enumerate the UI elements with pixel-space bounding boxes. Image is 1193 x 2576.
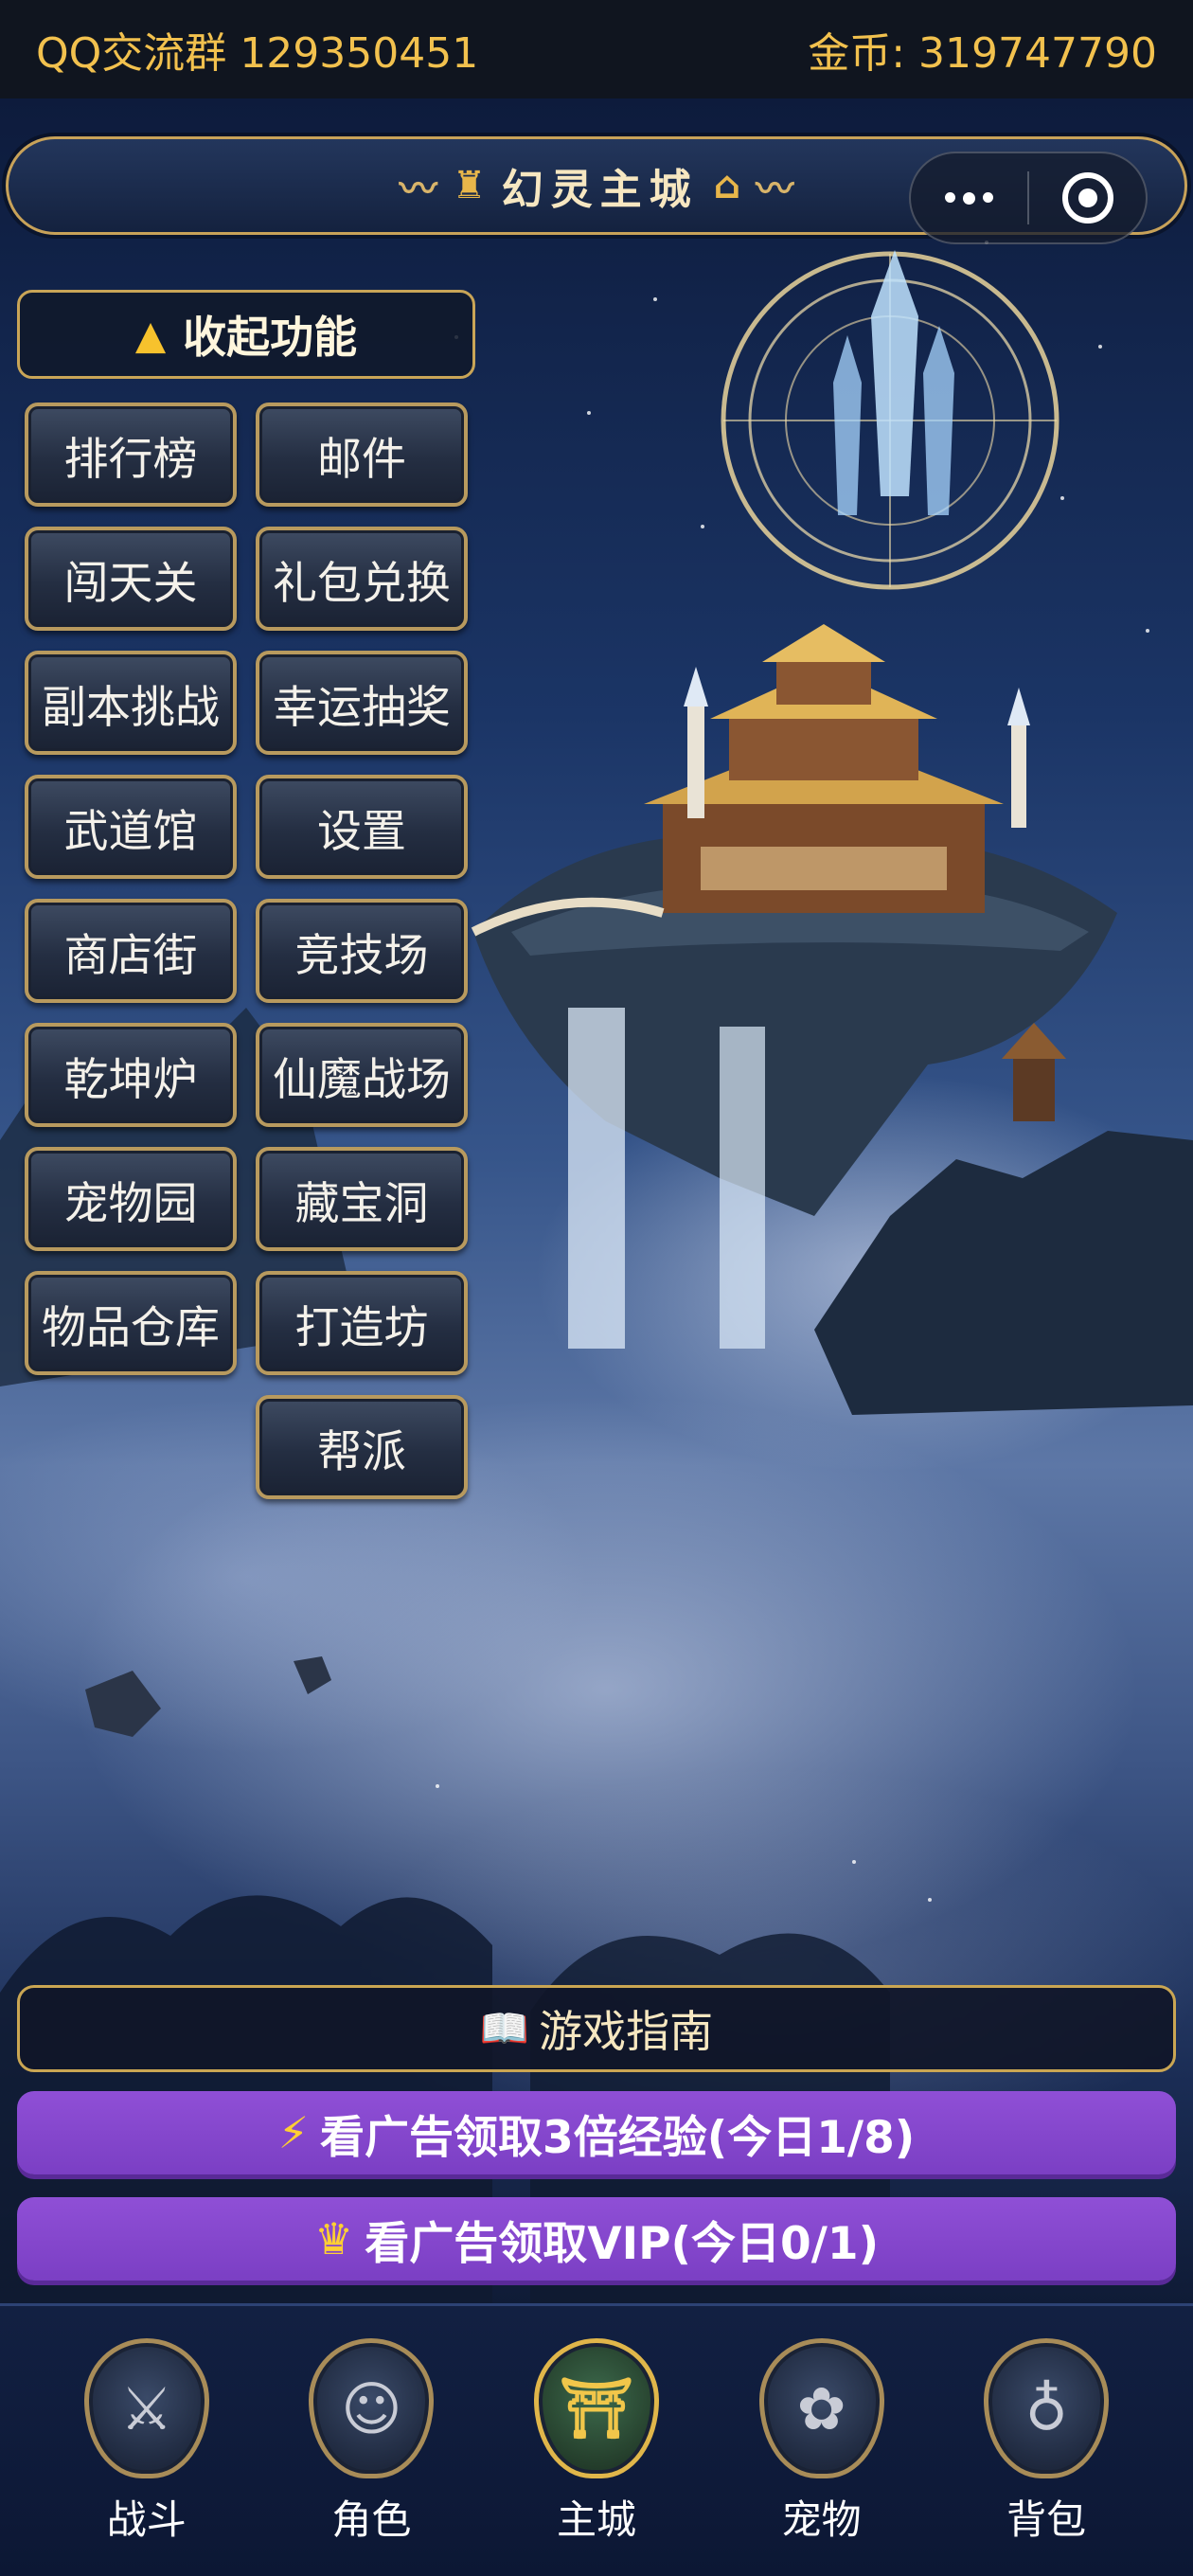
function-button-battlefield[interactable]: 仙魔战场 [256, 1023, 468, 1127]
target-close-icon [1061, 172, 1113, 224]
cloud-ornament-right-icon: 〰 [756, 168, 794, 211]
watch-ad-exp-button[interactable]: ⚡ 看广告领取3倍经验(今日1/8) [17, 2091, 1176, 2174]
crossed-swords-icon: ⚔ [83, 2338, 209, 2478]
function-button-shop[interactable]: 商店街 [25, 899, 237, 1003]
nav-label-city: 主城 [556, 2496, 636, 2543]
castle-icon: ♜ [452, 164, 487, 207]
watch-ad-vip-label: 看广告领取VIP(今日0/1) [365, 2217, 880, 2270]
collapse-functions-button[interactable]: ▲ 收起功能 [17, 290, 475, 379]
collapse-functions-label: 收起功能 [183, 312, 358, 363]
game-guide-label: 游戏指南 [539, 2006, 714, 2057]
bag-icon: ♁ [984, 2338, 1110, 2478]
palace-ornament-icon: ⌂ [713, 164, 741, 207]
nav-label-pet: 宠物 [781, 2496, 862, 2543]
lightning-icon: ⚡ [277, 2107, 310, 2158]
watch-ad-exp-label: 看广告领取3倍经验(今日1/8) [320, 2111, 916, 2164]
crown-icon: ♛ [313, 2213, 354, 2264]
function-button-furnace[interactable]: 乾坤炉 [25, 1023, 237, 1127]
watch-ad-vip-button[interactable]: ♛ 看广告领取VIP(今日0/1) [17, 2197, 1176, 2281]
qq-group-label: QQ交流群 129350451 [36, 29, 479, 78]
close-miniprogram-button[interactable] [1029, 153, 1146, 242]
paw-icon: ✿ [758, 2338, 884, 2478]
game-guide-button[interactable]: 📖 游戏指南 [17, 1985, 1176, 2072]
nav-label-battle: 战斗 [106, 2496, 187, 2543]
function-button-dojo[interactable]: 武道馆 [25, 775, 237, 879]
nav-item-battle[interactable]: ⚔ 战斗 [47, 2338, 246, 2546]
function-button-settings[interactable]: 设置 [256, 775, 468, 879]
coin-balance: 金币: 319747790 [808, 29, 1157, 78]
function-button-gift-code[interactable]: 礼包兑换 [256, 527, 468, 631]
function-button-warehouse[interactable]: 物品仓库 [25, 1271, 237, 1375]
palace-icon: ⛩ [533, 2338, 659, 2478]
warning-triangle-icon: ▲ [134, 311, 167, 358]
nav-item-character[interactable]: ☺ 角色 [272, 2338, 471, 2546]
miniprogram-capsule [909, 152, 1148, 244]
top-status-bar: QQ交流群 129350451 金币: 319747790 [0, 0, 1193, 98]
function-button-mail[interactable]: 邮件 [256, 402, 468, 507]
bottom-nav: ⚔ 战斗 ☺ 角色 ⛩ 主城 ✿ 宠物 ♁ 背包 [0, 2303, 1193, 2576]
book-icon: 📖 [479, 2005, 530, 2051]
character-icon: ☺ [309, 2338, 435, 2478]
function-button-trial[interactable]: 闯天关 [25, 527, 237, 631]
nav-label-character: 角色 [331, 2496, 412, 2543]
nav-item-city[interactable]: ⛩ 主城 [497, 2338, 696, 2546]
function-button-dungeon[interactable]: 副本挑战 [25, 651, 237, 755]
function-button-lottery[interactable]: 幸运抽奖 [256, 651, 468, 755]
nav-item-pet[interactable]: ✿ 宠物 [722, 2338, 921, 2546]
nav-label-bag: 背包 [1006, 2496, 1087, 2543]
more-menu-button[interactable] [911, 153, 1027, 242]
cloud-ornament-left-icon: 〰 [399, 168, 437, 211]
more-dots-icon [945, 191, 993, 205]
function-button-ranking[interactable]: 排行榜 [25, 402, 237, 507]
function-button-forge[interactable]: 打造坊 [256, 1271, 468, 1375]
function-button-arena[interactable]: 竞技场 [256, 899, 468, 1003]
nav-item-bag[interactable]: ♁ 背包 [947, 2338, 1146, 2546]
function-button-guild[interactable]: 帮派 [256, 1395, 468, 1499]
page-title-text: 幻灵主城 [501, 166, 699, 214]
function-button-pet-garden[interactable]: 宠物园 [25, 1147, 237, 1251]
function-button-treasure-cave[interactable]: 藏宝洞 [256, 1147, 468, 1251]
